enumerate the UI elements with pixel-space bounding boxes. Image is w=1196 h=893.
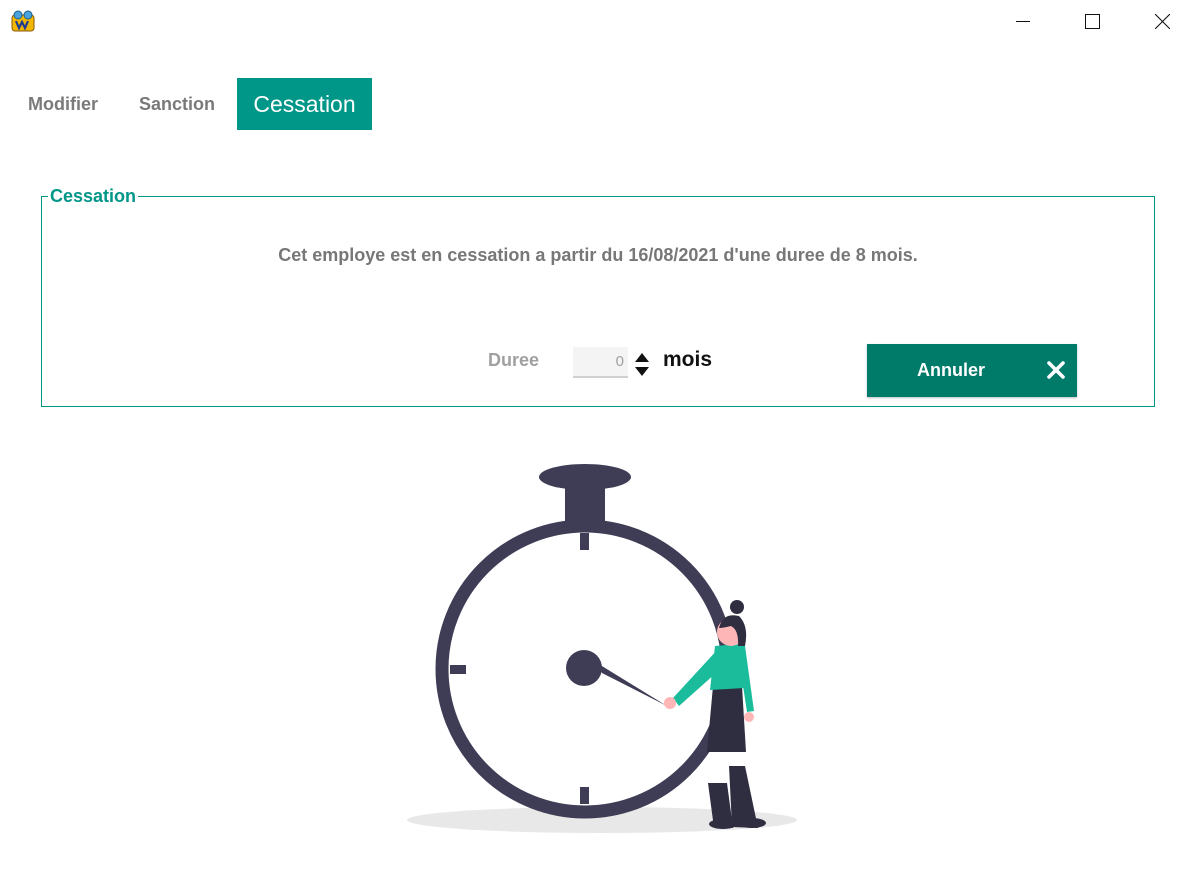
title-bar — [0, 0, 1196, 42]
tab-modifier[interactable]: Modifier — [28, 78, 98, 130]
unit-label: mois — [663, 348, 713, 371]
duree-input[interactable] — [573, 347, 628, 378]
panel-legend: Cessation — [50, 186, 137, 206]
cessation-panel: Cessation Cet employe est en cessation a… — [41, 186, 1155, 407]
tab-sanction[interactable]: Sanction — [139, 78, 215, 130]
app-icon — [11, 10, 35, 32]
cessation-message: Cet employe est en cessation a partir du… — [278, 245, 918, 265]
minimize-button[interactable] — [1000, 7, 1046, 35]
spinner-arrows-icon[interactable] — [635, 353, 649, 377]
stopwatch-stem — [565, 482, 605, 522]
minimize-icon — [1016, 21, 1030, 22]
tick-9 — [450, 665, 466, 674]
tick-6 — [580, 787, 589, 804]
close-icon — [1154, 13, 1170, 29]
stopwatch-illustration — [407, 464, 797, 833]
cancel-button[interactable]: Annuler — [867, 344, 1077, 397]
clock-center — [566, 650, 602, 686]
maximize-button[interactable] — [1069, 7, 1115, 35]
duree-label: Duree — [488, 350, 540, 370]
tab-cessation[interactable]: Cessation — [237, 78, 372, 130]
maximize-icon — [1084, 13, 1100, 29]
cancel-x-icon — [1047, 361, 1065, 379]
close-button[interactable] — [1139, 7, 1185, 35]
tick-12 — [580, 533, 589, 550]
cancel-button-label: Annuler — [917, 360, 986, 380]
